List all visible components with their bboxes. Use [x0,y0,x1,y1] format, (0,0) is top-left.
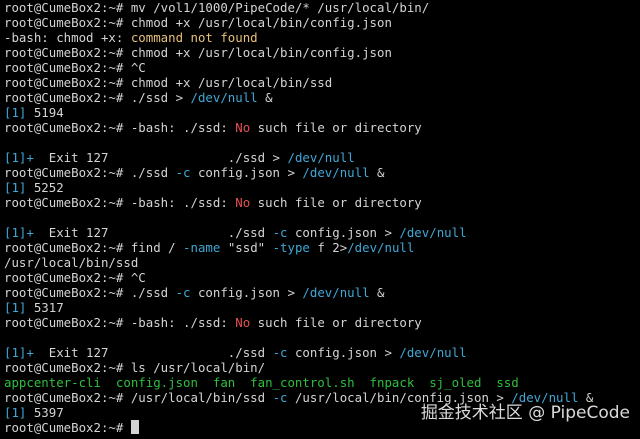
terminal-text: -bash: chmod +x: [4,30,131,45]
terminal-text: -c [272,225,288,240]
terminal-text: root@CumeBox2:~# /usr/local/bin/ssd [4,390,273,405]
terminal-text: such file or directory [250,315,422,330]
terminal-text: config.json > [190,285,303,300]
terminal-line: root@CumeBox2:~# chmod +x /usr/local/bin… [4,15,640,30]
terminal-output[interactable]: root@CumeBox2:~# mv /vol1/1000/PipeCode/… [4,0,640,435]
terminal-text: Exit 127 ./ssd [33,345,273,360]
terminal-text: root@CumeBox2:~# [4,420,131,435]
terminal-line: root@CumeBox2:~# ^C [4,270,640,285]
terminal-text: -c [175,285,191,300]
terminal-text: /usr/local/bin/ssd [4,255,139,270]
terminal-text: [1] [4,300,27,315]
terminal-text: /dev/null [347,240,415,255]
watermark-text: 掘金技术社区 @ PipeCode [420,403,630,423]
terminal-text: config.json > [287,345,400,360]
terminal-line: [1]+ Exit 127 ./ssd > /dev/null [4,150,640,165]
terminal-text: command not found [130,30,258,45]
terminal-line: root@CumeBox2:~# ^C [4,60,640,75]
terminal-line: root@CumeBox2:~# -bash: ./ssd: No such f… [4,120,640,135]
terminal-text: 5252 [26,180,64,195]
terminal-line: appcenter-cli config.json fan fan_contro… [4,375,640,390]
terminal-text: [1] [4,105,27,120]
terminal-text: /dev/null [190,90,258,105]
terminal-line: root@CumeBox2:~# chmod +x /usr/local/bin… [4,75,640,90]
terminal-line: [1]+ Exit 127 ./ssd -c config.json > /de… [4,225,640,240]
terminal-line: [1] 5252 [4,180,640,195]
terminal-text: [1] [4,405,27,420]
terminal-line: [1]+ Exit 127 ./ssd -c config.json > /de… [4,345,640,360]
terminal-text: such file or directory [250,195,422,210]
terminal-line: root@CumeBox2:~# chmod +x /usr/local/bin… [4,45,640,60]
terminal-line: root@CumeBox2:~# ./ssd -c config.json > … [4,285,640,300]
terminal-text: root@CumeBox2:~# chmod +x /usr/local/bin… [4,75,333,90]
terminal-line: -bash: chmod +x: command not found [4,30,640,45]
terminal-text: No [235,315,251,330]
terminal-text: [1] [4,180,27,195]
terminal-text: -type [272,240,310,255]
terminal-text: & [369,285,385,300]
terminal-text: /dev/null [302,165,370,180]
terminal-text: root@CumeBox2:~# -bash: ./ssd: [4,195,236,210]
terminal-text: root@CumeBox2:~# ./ssd [4,285,176,300]
terminal-text: 5194 [26,105,64,120]
terminal-text: 5397 [26,405,64,420]
terminal-text: [1]+ [4,225,34,240]
terminal-text: f 2> [309,240,348,255]
terminal-text: root@CumeBox2:~# chmod +x /usr/local/bin… [4,15,392,30]
terminal-text: config.json > [287,225,400,240]
terminal-text: /dev/null [399,225,467,240]
terminal-text: & [257,90,273,105]
terminal-line: root@CumeBox2:~# ./ssd -c config.json > … [4,165,640,180]
terminal-text: /dev/null [399,345,467,360]
terminal-text: root@CumeBox2:~# ^C [4,270,146,285]
terminal-text: root@CumeBox2:~# mv /vol1/1000/PipeCode/… [4,0,430,15]
terminal-cursor [130,420,139,434]
terminal-text: No [235,195,251,210]
terminal-line: root@CumeBox2:~# -bash: ./ssd: No such f… [4,315,640,330]
terminal-text: root@CumeBox2:~# ./ssd [4,165,176,180]
terminal-line: root@CumeBox2:~# mv /vol1/1000/PipeCode/… [4,0,640,15]
terminal-text: [1]+ [4,345,34,360]
terminal-text: root@CumeBox2:~# ./ssd > [4,90,191,105]
terminal-text: /dev/null [287,150,355,165]
terminal-text: -name [183,240,221,255]
terminal-line: [1] 5194 [4,105,640,120]
terminal-line: [1] 5317 [4,300,640,315]
terminal-text: appcenter-cli config.json fan fan_contro… [4,375,519,390]
terminal-text: [1]+ [4,150,34,165]
terminal-text: root@CumeBox2:~# ls /usr/local/bin/ [4,360,266,375]
terminal-text: -c [175,165,191,180]
terminal-text: No [235,120,251,135]
terminal-line: root@CumeBox2:~# ./ssd > /dev/null & [4,90,640,105]
terminal-text: root@CumeBox2:~# ^C [4,60,146,75]
terminal-line: root@CumeBox2:~# -bash: ./ssd: No such f… [4,195,640,210]
terminal-text: -c [272,390,288,405]
terminal-text: -c [272,345,288,360]
terminal-text: root@CumeBox2:~# -bash: ./ssd: [4,315,236,330]
terminal-text: 5317 [26,300,64,315]
terminal-line: root@CumeBox2:~# find / -name "ssd" -typ… [4,240,640,255]
terminal-line: /usr/local/bin/ssd [4,255,640,270]
terminal-text: such file or directory [250,120,422,135]
terminal-text: config.json > [190,165,303,180]
terminal-text: Exit 127 ./ssd [33,225,273,240]
terminal-text: /dev/null [302,285,370,300]
terminal-text: root@CumeBox2:~# chmod +x /usr/local/bin… [4,45,392,60]
terminal-text: & [369,165,385,180]
terminal-text: Exit 127 ./ssd > [33,150,288,165]
terminal-text: "ssd" [220,240,273,255]
terminal-text: root@CumeBox2:~# -bash: ./ssd: [4,120,236,135]
terminal-line: root@CumeBox2:~# ls /usr/local/bin/ [4,360,640,375]
terminal-text: root@CumeBox2:~# find / [4,240,184,255]
